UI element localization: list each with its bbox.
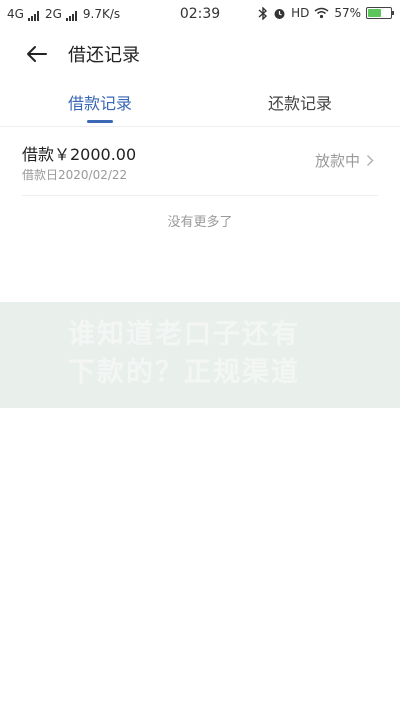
battery-icon	[366, 7, 394, 19]
tab-borrow-records[interactable]: 借款记录	[0, 90, 200, 114]
app-header: 借还记录	[0, 28, 400, 80]
battery-fill	[368, 9, 381, 17]
page-title: 借还记录	[68, 45, 140, 66]
bluetooth-icon	[258, 6, 268, 20]
list-item[interactable]: 借款￥2000.00 借款日2020/02/22 放款中	[22, 133, 378, 196]
banner-text: 谁知道老口子还有 下款的？正规渠道	[68, 319, 300, 388]
tab-bar: 借款记录 还款记录	[0, 80, 400, 127]
no-more-text: 没有更多了	[167, 215, 233, 230]
hd-label: HD	[291, 6, 310, 20]
alarm-icon	[274, 8, 285, 19]
loan-status: 放款中	[314, 152, 360, 170]
loan-date: 借款日2020/02/22	[22, 168, 128, 182]
battery-percent: 57%	[334, 6, 361, 20]
wifi-icon	[314, 7, 329, 19]
chevron-right-icon	[367, 155, 374, 166]
active-tab-indicator	[87, 120, 113, 123]
status-bar: 4G 2G 9.7K/s 02:39 HD 57%	[0, 0, 400, 28]
overlay-banner: 谁知道老口子还有 下款的？正规渠道	[0, 302, 400, 408]
tab-repay-records[interactable]: 还款记录	[200, 90, 400, 114]
back-button[interactable]	[22, 39, 52, 69]
arrow-left-icon	[27, 46, 47, 62]
loan-amount: 借款￥2000.00	[22, 145, 137, 164]
